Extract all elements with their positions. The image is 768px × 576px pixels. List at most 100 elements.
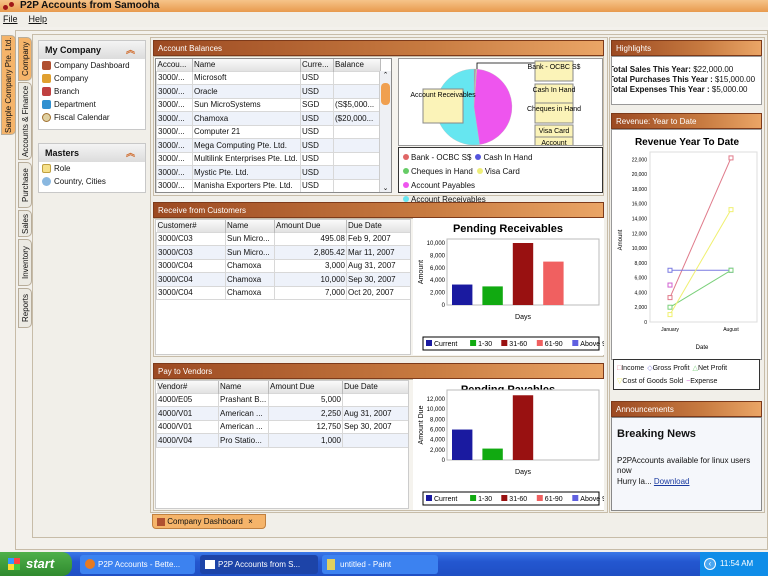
legend-item: ▽Cost of Goods Sold xyxy=(617,378,683,385)
tab-sales[interactable]: Sales xyxy=(18,210,32,237)
menu-help[interactable]: Help xyxy=(29,14,48,24)
legend-label: Current xyxy=(434,496,457,503)
column-header[interactable]: Vendor# xyxy=(156,381,219,393)
legend-label: 1-30 xyxy=(478,496,492,503)
nav-role[interactable]: Role xyxy=(39,162,145,175)
table-row[interactable]: 3000/... Multilink Enterprises Pte. Ltd. U… xyxy=(156,151,381,166)
table-row[interactable]: 4000/E05 Prashant B... 5,000 xyxy=(156,392,408,407)
tab-company-dashboard[interactable]: Company Dashboard × xyxy=(152,514,266,529)
table-row[interactable]: 4000/V01 American ... 2,250 Aug 31, 2007 xyxy=(156,406,408,421)
table-row[interactable]: 3000/... Sun MicroSystems SGD (S$5,000... xyxy=(156,97,381,112)
scrollbar-thumb[interactable] xyxy=(381,83,390,105)
column-header[interactable]: Balance xyxy=(333,59,381,71)
nav-branch[interactable]: Branch xyxy=(39,85,145,98)
taskbar-p2p[interactable]: P2P Accounts from S... xyxy=(200,555,318,574)
dashboard-icon xyxy=(42,61,51,70)
column-header[interactable]: Amount Due xyxy=(268,381,343,393)
legend-label: Gross Profit xyxy=(652,365,690,372)
scroll-up-icon[interactable]: ⌃ xyxy=(380,71,391,81)
legend-label: Above 90 xyxy=(580,341,604,348)
nav-company-dashboard[interactable]: Company Dashboard xyxy=(39,59,145,72)
bar xyxy=(512,243,534,305)
column-header[interactable]: Name xyxy=(225,220,275,232)
table-row[interactable]: 3000/... Manisha Exporters Pte. Ltd. USD xyxy=(156,178,381,192)
menu-file[interactable]: File xyxy=(3,14,18,24)
data-point xyxy=(667,295,673,301)
table-row[interactable]: 3000/C04 Chamoxa 7,000 Oct 20, 2007 xyxy=(156,285,410,300)
table-row[interactable]: 3000/... Microsoft USD xyxy=(156,70,381,85)
tab-reports[interactable]: Reports xyxy=(18,288,32,328)
table-row[interactable]: 3000/... Mystic Pte. Ltd. USD xyxy=(156,165,381,180)
column-header[interactable]: Amount Due xyxy=(274,220,347,232)
legend-dot-icon xyxy=(476,168,483,174)
tab-accounts-finance[interactable]: Accounts & Finance xyxy=(18,82,32,160)
column-header[interactable]: Curre... xyxy=(300,59,334,71)
table-cell: Aug 31, 2007 xyxy=(346,258,410,273)
taskbar-firefox[interactable]: P2P Accounts - Bette... xyxy=(80,555,195,574)
close-tab-icon[interactable]: × xyxy=(248,517,253,526)
y-tick-label: 10,000 xyxy=(427,407,446,413)
scrollbar[interactable]: ⌃ ⌄ xyxy=(379,71,391,192)
table-cell: 3000/C04 xyxy=(156,285,226,300)
table-cell: USD xyxy=(300,111,334,126)
nav-label: Fiscal Calendar xyxy=(54,113,110,122)
masters-title: Masters xyxy=(45,148,80,158)
scroll-down-icon[interactable]: ⌄ xyxy=(380,184,391,192)
data-point xyxy=(728,207,734,213)
table-row[interactable]: 4000/V04 Pro Statio... 1,000 xyxy=(156,433,408,448)
column-header[interactable]: Due Date xyxy=(346,220,410,232)
legend-swatch xyxy=(501,495,508,501)
tab-company-sample[interactable]: Sample Company Pte. Ltd. xyxy=(1,35,16,135)
legend-item: □Income xyxy=(617,365,644,372)
column-header[interactable]: Name xyxy=(192,59,301,71)
table-cell: Sep 30, 2007 xyxy=(342,419,408,434)
nav-department[interactable]: Department xyxy=(39,98,145,111)
app-logo-icon xyxy=(3,2,15,10)
table-cell: Prashant B... xyxy=(218,392,269,407)
column-header[interactable]: Customer# xyxy=(156,220,226,232)
table-row[interactable]: 3000/C04 Chamoxa 3,000 Aug 31, 2007 xyxy=(156,258,410,273)
y-axis-label: Amount xyxy=(618,229,624,250)
legend-dot-icon xyxy=(475,154,482,160)
table-cell: Mega Computing Pte. Ltd. xyxy=(192,138,301,153)
highlight-purchases: Total Purchases This Year : $15,000.00 xyxy=(612,75,761,85)
table-row[interactable]: 3000/C03 Sun Micro... 2,805.42 Mar 11, 2007 xyxy=(156,245,410,260)
table-row[interactable]: 3000/... Mega Computing Pte. Ltd. USD xyxy=(156,138,381,153)
table-row[interactable]: 4000/V01 American ... 12,750 Sep 30, 2007 xyxy=(156,419,408,434)
table-row[interactable]: 3000/C04 Chamoxa 10,000 Sep 30, 2007 xyxy=(156,272,410,287)
table-cell: Mystic Pte. Ltd. xyxy=(192,165,301,180)
column-header[interactable]: Accou... xyxy=(156,59,193,71)
table-cell: Oracle xyxy=(192,84,301,99)
task-label: P2P Accounts - Bette... xyxy=(98,560,181,569)
tab-inventory[interactable]: Inventory xyxy=(18,239,32,286)
table-cell: 4000/V01 xyxy=(156,419,219,434)
my-company-header[interactable]: My Company ︽ xyxy=(39,41,145,59)
chart-title: Revenue Year To Date xyxy=(635,137,740,148)
start-button[interactable]: start xyxy=(0,552,72,576)
department-icon xyxy=(42,100,51,109)
table-row[interactable]: 3000/... Oracle USD xyxy=(156,84,381,99)
download-link[interactable]: Download xyxy=(654,477,690,486)
collapse-chevron-icon[interactable]: ︽ xyxy=(126,41,135,59)
legend-dot-icon xyxy=(403,168,409,174)
tab-purchase[interactable]: Purchase xyxy=(18,162,32,208)
nav-fiscal-calendar[interactable]: Fiscal Calendar xyxy=(39,111,145,124)
table-row[interactable]: 3000/... Computer 21 USD xyxy=(156,124,381,139)
table-cell: USD xyxy=(300,70,334,85)
dashboard-icon xyxy=(157,517,165,526)
show-hidden-icons-icon[interactable]: ‹ xyxy=(704,558,716,570)
tab-company[interactable]: Company xyxy=(18,37,32,81)
receive-header: Receive from Customers xyxy=(153,202,604,218)
collapse-chevron-icon[interactable]: ︽ xyxy=(126,144,135,162)
news-text: P2PAccounts available for linux users no… xyxy=(617,456,751,475)
table-row[interactable]: 3000/C03 Sun Micro... 495.08 Feb 9, 2007 xyxy=(156,231,410,246)
nav-country-cities[interactable]: Country, Cities xyxy=(39,175,145,188)
value: $5,000.00 xyxy=(711,85,748,94)
table-cell: Feb 9, 2007 xyxy=(346,231,410,246)
masters-header[interactable]: Masters ︽ xyxy=(39,144,145,162)
taskbar-paint[interactable]: untitled - Paint xyxy=(322,555,438,574)
column-header[interactable]: Due Date xyxy=(342,381,408,393)
table-row[interactable]: 3000/... Chamoxa USD ($20,000... xyxy=(156,111,381,126)
nav-company[interactable]: Company xyxy=(39,72,145,85)
column-header[interactable]: Name xyxy=(218,381,269,393)
